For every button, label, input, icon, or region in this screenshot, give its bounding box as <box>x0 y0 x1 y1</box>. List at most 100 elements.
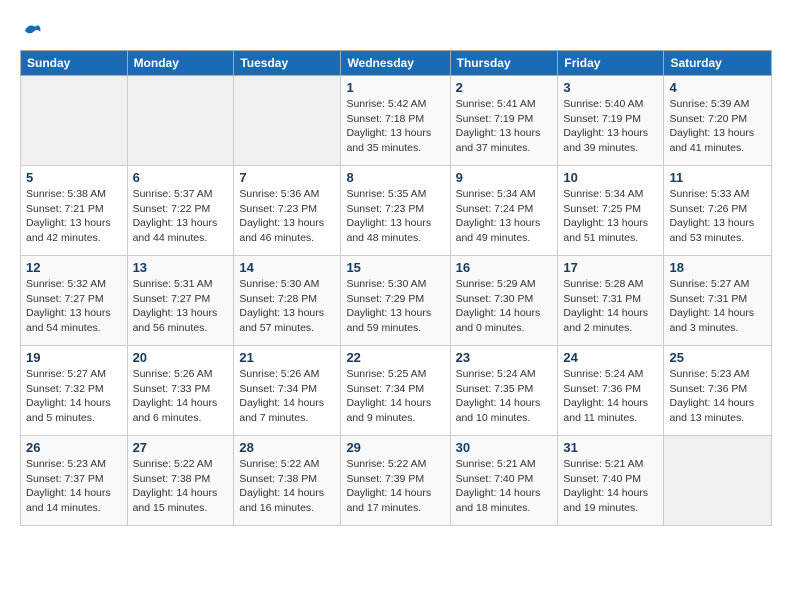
weekday-header-monday: Monday <box>127 51 234 76</box>
day-info: Sunrise: 5:21 AMSunset: 7:40 PMDaylight:… <box>456 457 553 516</box>
day-number: 31 <box>563 440 658 455</box>
calendar-day-cell: 24Sunrise: 5:24 AMSunset: 7:36 PMDayligh… <box>558 346 664 436</box>
calendar-day-cell: 10Sunrise: 5:34 AMSunset: 7:25 PMDayligh… <box>558 166 664 256</box>
weekday-header-thursday: Thursday <box>450 51 558 76</box>
day-number: 16 <box>456 260 553 275</box>
day-info: Sunrise: 5:41 AMSunset: 7:19 PMDaylight:… <box>456 97 553 156</box>
calendar-day-cell: 6 Sunrise: 5:37 AMSunset: 7:22 PMDaylight… <box>127 166 234 256</box>
day-number: 25 <box>669 350 766 365</box>
calendar-day-cell: 31 Sunrise: 5:21 AMSunset: 7:40 PMDayligh… <box>558 436 664 526</box>
calendar-day-cell: 2 Sunrise: 5:41 AMSunset: 7:19 PMDaylight… <box>450 76 558 166</box>
calendar-day-cell: 11 Sunrise: 5:33 AMSunset: 7:26 PMDayligh… <box>664 166 772 256</box>
day-number: 12 <box>26 260 122 275</box>
calendar-day-cell: 19 Sunrise: 5:27 AMSunset: 7:32 PMDayligh… <box>21 346 128 436</box>
day-info: Sunrise: 5:33 AMSunset: 7:26 PMDaylight:… <box>669 187 766 246</box>
day-info: Sunrise: 5:38 AMSunset: 7:21 PMDaylight:… <box>26 187 122 246</box>
day-number: 19 <box>26 350 122 365</box>
day-number: 13 <box>133 260 229 275</box>
day-number: 17 <box>563 260 658 275</box>
calendar-day-cell: 1 Sunrise: 5:42 AMSunset: 7:18 PMDaylight… <box>341 76 450 166</box>
day-number: 28 <box>239 440 335 455</box>
day-info: Sunrise: 5:36 AMSunset: 7:23 PMDaylight:… <box>239 187 335 246</box>
day-number: 14 <box>239 260 335 275</box>
day-number: 4 <box>669 80 766 95</box>
day-number: 6 <box>133 170 229 185</box>
calendar-day-cell <box>664 436 772 526</box>
day-info: Sunrise: 5:28 AMSunset: 7:31 PMDaylight:… <box>563 277 658 336</box>
calendar-table: SundayMondayTuesdayWednesdayThursdayFrid… <box>20 50 772 526</box>
weekday-header-friday: Friday <box>558 51 664 76</box>
day-info: Sunrise: 5:29 AMSunset: 7:30 PMDaylight:… <box>456 277 553 336</box>
day-number: 15 <box>346 260 444 275</box>
day-info: Sunrise: 5:26 AMSunset: 7:33 PMDaylight:… <box>133 367 229 426</box>
calendar-day-cell: 22 Sunrise: 5:25 AMSunset: 7:34 PMDayligh… <box>341 346 450 436</box>
day-info: Sunrise: 5:21 AMSunset: 7:40 PMDaylight:… <box>563 457 658 516</box>
day-number: 7 <box>239 170 335 185</box>
calendar-day-cell: 30 Sunrise: 5:21 AMSunset: 7:40 PMDayligh… <box>450 436 558 526</box>
calendar-day-cell: 16 Sunrise: 5:29 AMSunset: 7:30 PMDayligh… <box>450 256 558 346</box>
logo-icon <box>22 20 42 40</box>
calendar-day-cell: 9 Sunrise: 5:34 AMSunset: 7:24 PMDaylight… <box>450 166 558 256</box>
calendar-day-cell <box>127 76 234 166</box>
day-number: 20 <box>133 350 229 365</box>
weekday-header-wednesday: Wednesday <box>341 51 450 76</box>
calendar-day-cell: 4 Sunrise: 5:39 AMSunset: 7:20 PMDaylight… <box>664 76 772 166</box>
day-info: Sunrise: 5:27 AMSunset: 7:31 PMDaylight:… <box>669 277 766 336</box>
calendar-day-cell: 17 Sunrise: 5:28 AMSunset: 7:31 PMDayligh… <box>558 256 664 346</box>
header <box>20 20 772 40</box>
calendar-day-cell: 26Sunrise: 5:23 AMSunset: 7:37 PMDayligh… <box>21 436 128 526</box>
calendar-day-cell <box>234 76 341 166</box>
day-number: 10 <box>563 170 658 185</box>
day-number: 23 <box>456 350 553 365</box>
day-number: 3 <box>563 80 658 95</box>
day-number: 1 <box>346 80 444 95</box>
day-number: 9 <box>456 170 553 185</box>
day-info: Sunrise: 5:31 AMSunset: 7:27 PMDaylight:… <box>133 277 229 336</box>
day-info: Sunrise: 5:22 AMSunset: 7:39 PMDaylight:… <box>346 457 444 516</box>
day-number: 2 <box>456 80 553 95</box>
calendar-day-cell: 13 Sunrise: 5:31 AMSunset: 7:27 PMDayligh… <box>127 256 234 346</box>
day-number: 21 <box>239 350 335 365</box>
calendar-day-cell: 8Sunrise: 5:35 AMSunset: 7:23 PMDaylight… <box>341 166 450 256</box>
day-info: Sunrise: 5:30 AMSunset: 7:29 PMDaylight:… <box>346 277 444 336</box>
day-info: Sunrise: 5:42 AMSunset: 7:18 PMDaylight:… <box>346 97 444 156</box>
weekday-header-saturday: Saturday <box>664 51 772 76</box>
day-info: Sunrise: 5:27 AMSunset: 7:32 PMDaylight:… <box>26 367 122 426</box>
day-info: Sunrise: 5:37 AMSunset: 7:22 PMDaylight:… <box>133 187 229 246</box>
weekday-header-tuesday: Tuesday <box>234 51 341 76</box>
weekday-header-sunday: Sunday <box>21 51 128 76</box>
calendar-week-row: 12 Sunrise: 5:32 AMSunset: 7:27 PMDayligh… <box>21 256 772 346</box>
calendar-day-cell: 7 Sunrise: 5:36 AMSunset: 7:23 PMDaylight… <box>234 166 341 256</box>
day-number: 18 <box>669 260 766 275</box>
day-info: Sunrise: 5:39 AMSunset: 7:20 PMDaylight:… <box>669 97 766 156</box>
calendar-day-cell: 12 Sunrise: 5:32 AMSunset: 7:27 PMDayligh… <box>21 256 128 346</box>
calendar-day-cell: 21Sunrise: 5:26 AMSunset: 7:34 PMDayligh… <box>234 346 341 436</box>
day-number: 30 <box>456 440 553 455</box>
calendar-week-row: 19 Sunrise: 5:27 AMSunset: 7:32 PMDayligh… <box>21 346 772 436</box>
day-info: Sunrise: 5:22 AMSunset: 7:38 PMDaylight:… <box>133 457 229 516</box>
weekday-header-row: SundayMondayTuesdayWednesdayThursdayFrid… <box>21 51 772 76</box>
day-info: Sunrise: 5:24 AMSunset: 7:36 PMDaylight:… <box>563 367 658 426</box>
day-info: Sunrise: 5:23 AMSunset: 7:37 PMDaylight:… <box>26 457 122 516</box>
day-number: 22 <box>346 350 444 365</box>
day-number: 5 <box>26 170 122 185</box>
day-info: Sunrise: 5:35 AMSunset: 7:23 PMDaylight:… <box>346 187 444 246</box>
calendar-day-cell: 23Sunrise: 5:24 AMSunset: 7:35 PMDayligh… <box>450 346 558 436</box>
calendar-day-cell <box>21 76 128 166</box>
day-info: Sunrise: 5:32 AMSunset: 7:27 PMDaylight:… <box>26 277 122 336</box>
calendar-week-row: 1 Sunrise: 5:42 AMSunset: 7:18 PMDaylight… <box>21 76 772 166</box>
calendar-day-cell: 29Sunrise: 5:22 AMSunset: 7:39 PMDayligh… <box>341 436 450 526</box>
day-number: 27 <box>133 440 229 455</box>
day-info: Sunrise: 5:34 AMSunset: 7:24 PMDaylight:… <box>456 187 553 246</box>
day-number: 11 <box>669 170 766 185</box>
calendar-day-cell: 5 Sunrise: 5:38 AMSunset: 7:21 PMDaylight… <box>21 166 128 256</box>
day-info: Sunrise: 5:40 AMSunset: 7:19 PMDaylight:… <box>563 97 658 156</box>
calendar-day-cell: 20 Sunrise: 5:26 AMSunset: 7:33 PMDayligh… <box>127 346 234 436</box>
calendar-day-cell: 15 Sunrise: 5:30 AMSunset: 7:29 PMDayligh… <box>341 256 450 346</box>
day-info: Sunrise: 5:23 AMSunset: 7:36 PMDaylight:… <box>669 367 766 426</box>
calendar-day-cell: 3 Sunrise: 5:40 AMSunset: 7:19 PMDaylight… <box>558 76 664 166</box>
day-info: Sunrise: 5:22 AMSunset: 7:38 PMDaylight:… <box>239 457 335 516</box>
calendar-week-row: 26Sunrise: 5:23 AMSunset: 7:37 PMDayligh… <box>21 436 772 526</box>
day-info: Sunrise: 5:25 AMSunset: 7:34 PMDaylight:… <box>346 367 444 426</box>
calendar-week-row: 5 Sunrise: 5:38 AMSunset: 7:21 PMDaylight… <box>21 166 772 256</box>
